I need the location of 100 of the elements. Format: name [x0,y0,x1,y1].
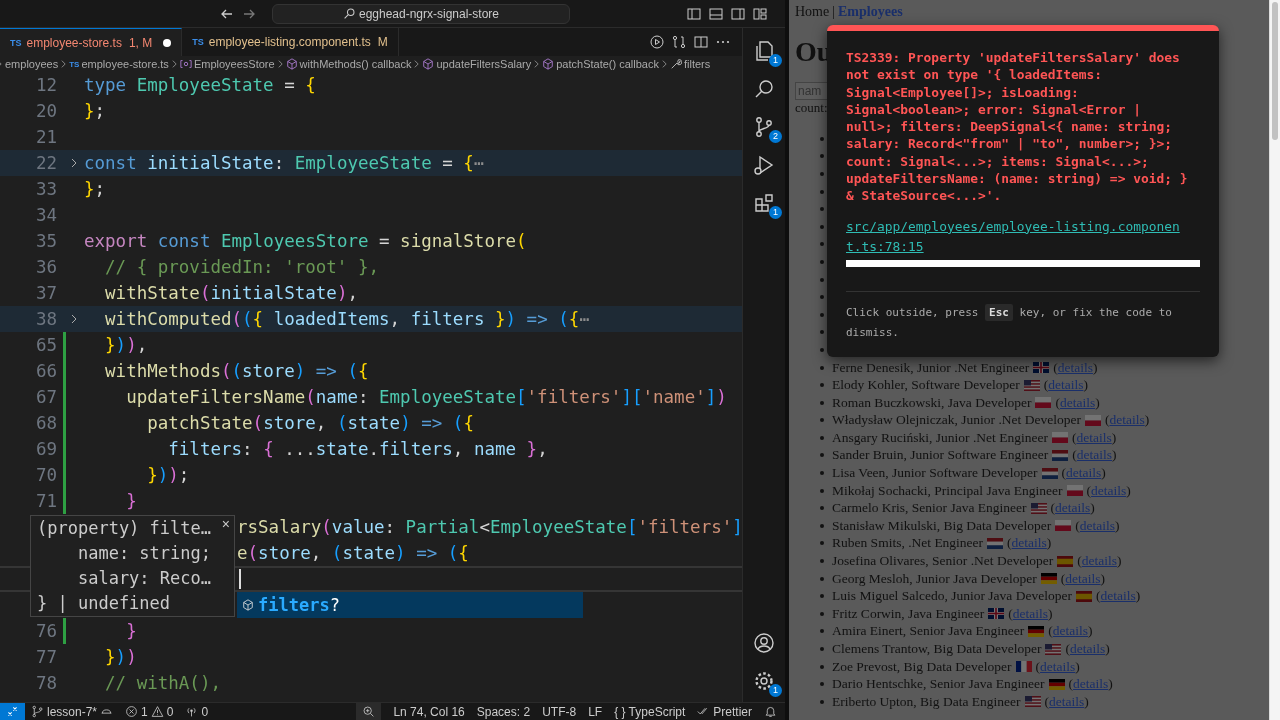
employee-name: Luis Miguel Salcedo, Junior Java Developer [832,588,1072,605]
bullet-icon [820,576,824,581]
dismiss-hint: Click outside, press Esc key, or fix the code to dismiss. [846,302,1173,341]
problems-status[interactable]: 1 0 [119,704,180,719]
remote-button[interactable] [0,702,25,720]
details-text: (details) [1007,535,1052,552]
details-text: (details) [1053,359,1098,376]
account-icon[interactable] [752,631,776,655]
employee-name: Fritz Corwin, Java Engineer [832,605,985,622]
bullet-icon [820,682,824,687]
flag-icon [1015,661,1032,673]
breadcrumb-item[interactable]: EmployeesStore [193,58,275,70]
fold-chevron-icon[interactable] [70,157,78,169]
split-editor-icon[interactable] [693,34,709,50]
error-message: TS2339: Property 'updateFiltersSalary' does not exist on type '{ loadedItems: Signal<Employee[]>; isLoading: Signal<boolean>; error: Signal<Error | null>; filters: DeepSignal<{ name: string; salary: Record<"from" | "to", number>; }>; count: Signal<...>; items: Signal<...>; updateFiltersName: (name: string) => void; } & StateSource<...>'. [846,49,1188,205]
breadcrumb-item[interactable]: updateFiltersSalary [436,58,532,70]
status-item[interactable]: LF [582,704,609,719]
bullet-icon [820,136,824,141]
employee-name: Dario Hentschke, Senior Java Engineer [832,676,1045,693]
bullet-icon [820,224,824,229]
extensions-icon[interactable] [752,191,776,215]
employee-name: Amira Einert, Senior Java Engineer [832,623,1025,640]
details-text: (details) [1075,517,1120,534]
branch-status[interactable]: lesson-7* [25,704,120,719]
flag-icon [1051,432,1068,444]
breadcrumb-item[interactable]: employees [5,58,59,70]
flag-icon [1041,467,1058,479]
run-debug-icon[interactable] [752,153,776,177]
nav-separator: | [832,4,836,20]
chevron-icon [413,59,421,69]
breadcrumb-item[interactable]: withMethods() callback [299,58,412,70]
fold-chevron-icon[interactable] [70,313,78,325]
cube-icon [422,58,435,70]
details-text: (details) [1071,429,1117,446]
code-line: })), [104,335,148,355]
scrollbar-thumb[interactable] [1272,2,1278,140]
employee-name: Mikołaj Sochacki, Principal Java Engineer [832,482,1063,499]
details-text: (details) [1048,623,1093,640]
employee-name: Zoe Prevost, Big Data Developer [832,658,1012,675]
code-line: e(store, (state) => ({ [237,543,469,563]
code-line: // { providedIn: 'root' }, [104,257,379,277]
prettier-status[interactable]: Prettier [691,704,758,719]
key-label: Esc [985,303,1013,321]
details-text: (details) [1104,412,1150,429]
bullet-icon [820,172,824,176]
bullet-icon [820,189,824,194]
editor-tab[interactable]: TS employee-store.ts 1, M [0,28,183,56]
bullet-icon [820,347,824,352]
bullet-icon [820,418,824,423]
file-link[interactable]: src/app/employees/employee-listing.component.ts:78:15 [846,216,1180,257]
line-number: 67 [34,387,57,407]
language-mode[interactable]: { } TypeScript [608,704,692,719]
flag-icon [1048,678,1065,690]
chevron-icon [170,59,178,69]
breadcrumb-item[interactable]: filters [683,58,711,70]
flag-icon [1057,555,1074,567]
layout-icon[interactable] [752,5,768,22]
code-line: export const EmployeesStore = signalStore( [84,231,527,251]
details-text: (details) [1043,377,1088,394]
text-cursor [239,569,241,589]
error-icon [125,705,139,718]
ports-status[interactable]: 0 [179,704,215,719]
bullet-icon [820,207,824,212]
breadcrumb-item[interactable]: employee-store.ts [81,58,169,70]
suggestion-item[interactable]: filters? [237,592,583,618]
compare-changes-icon[interactable] [671,34,687,50]
panel-toggle-icon[interactable] [708,5,724,22]
flag-icon [1084,414,1101,426]
secondary-sidebar-icon[interactable] [730,5,746,22]
employee-name: Sander Bruin, Junior Software Engineer [832,447,1049,464]
zoom-button[interactable] [356,702,382,720]
flag-icon [1028,625,1045,637]
bullet-icon [820,400,824,405]
line-number: 70 [34,465,57,485]
run-icon[interactable] [649,34,665,50]
settings-icon[interactable] [752,669,776,693]
employee-name: Władysław Olejniczak, Junior .Net Developer [832,412,1081,429]
warning-icon [150,705,164,718]
code-line: rsSalary(value: Partial<EmployeeState['filters'] [237,517,742,537]
breadcrumb-item[interactable]: patchState() callback [556,58,659,70]
bullet-icon [820,699,824,704]
sidebar-toggle-icon[interactable] [686,5,702,22]
code-line: }; [84,101,106,121]
close-button[interactable]: × [221,516,230,532]
bullet-icon [820,277,824,282]
status-item[interactable]: Ln 74, Col 16 [387,704,471,719]
status-item[interactable]: UTF-8 [536,704,583,719]
line-number: 36 [34,257,57,277]
file-type-label: TS [69,59,80,69]
bullet-icon [820,435,824,440]
command-center[interactable]: egghead-ngrx-signal-store [272,3,570,24]
bullet-icon [820,523,824,528]
employee-name: Ansgary Ruciński, Junior .Net Engineer [832,429,1048,446]
bullet-icon [820,594,824,599]
status-item[interactable]: Spaces: 2 [470,704,537,719]
bell-icon[interactable] [764,705,777,718]
code-line: })) [104,647,137,667]
code-line: // withA(), [104,673,221,693]
code-line: updateFiltersName(name: EmployeeState['filters']['name']) [125,387,727,407]
flag-icon [987,537,1004,549]
